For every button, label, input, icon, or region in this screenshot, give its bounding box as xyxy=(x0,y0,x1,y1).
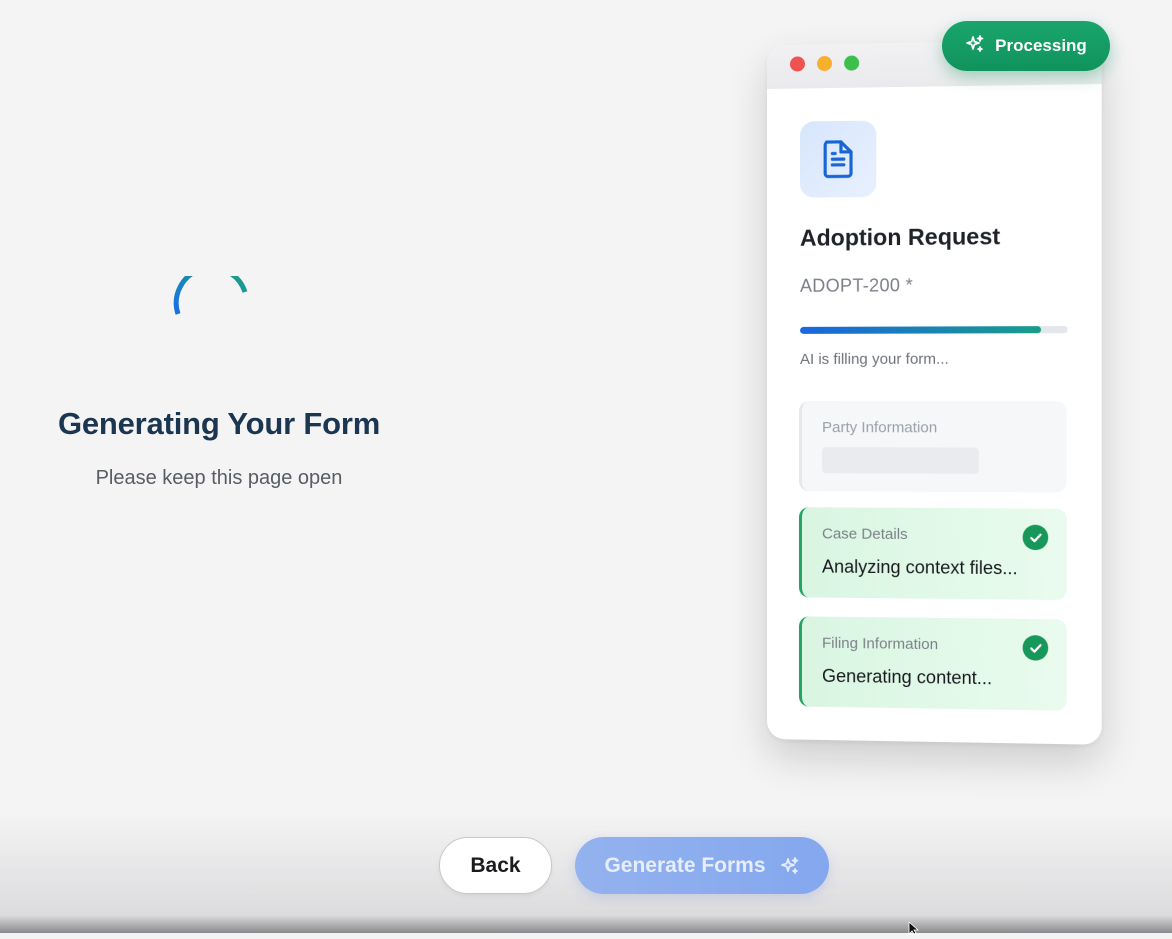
generate-forms-label: Generate Forms xyxy=(604,854,765,878)
window-close-dot xyxy=(790,56,805,71)
section-label: Filing Information xyxy=(822,635,938,654)
back-button[interactable]: Back xyxy=(439,837,552,894)
progress-label: AI is filling your form... xyxy=(800,351,949,368)
form-preview-window: Adoption Request ADOPT-200 * AI is filli… xyxy=(767,39,1102,745)
progress-bar xyxy=(800,326,1068,334)
window-maximize-dot xyxy=(844,55,859,70)
section-value: Generating content... xyxy=(822,666,1055,690)
section-party-information: Party Information xyxy=(799,401,1067,492)
section-case-details: Case Details Analyzing context files... xyxy=(799,507,1067,600)
processing-badge: Processing xyxy=(942,21,1110,71)
section-value: Analyzing context files... xyxy=(822,556,1055,579)
check-icon xyxy=(1023,635,1049,661)
section-label: Case Details xyxy=(822,525,908,543)
back-button-label: Back xyxy=(470,854,520,878)
loading-spinner-icon xyxy=(172,276,250,354)
sparkle-icon xyxy=(780,856,800,876)
window-minimize-dot xyxy=(817,56,832,71)
sparkle-icon xyxy=(965,34,985,59)
status-subtitle: Please keep this page open xyxy=(0,467,438,490)
generate-forms-button[interactable]: Generate Forms xyxy=(575,837,829,894)
document-icon xyxy=(800,121,876,198)
form-title: Adoption Request xyxy=(800,223,1000,252)
section-filing-information: Filing Information Generating content... xyxy=(799,616,1067,710)
status-title: Generating Your Form xyxy=(0,406,438,442)
mouse-cursor-icon xyxy=(908,921,922,933)
loading-placeholder xyxy=(822,447,979,474)
progress-bar-fill xyxy=(800,326,1041,334)
form-code: ADOPT-200 * xyxy=(800,275,913,297)
section-label: Party Information xyxy=(822,419,937,436)
processing-label: Processing xyxy=(995,36,1087,56)
check-icon xyxy=(1023,525,1049,551)
